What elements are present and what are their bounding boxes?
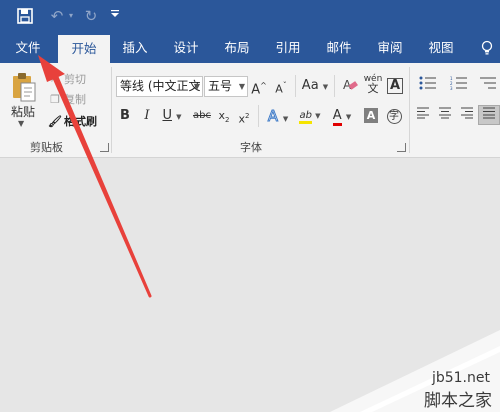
tab-home[interactable]: 开始 xyxy=(58,35,110,63)
clipboard-group-label: 剪贴板 xyxy=(30,141,63,154)
ribbon-tab-bar: 文件 开始 插入 设计 布局 引用 邮件 审阅 视图 xyxy=(0,33,500,63)
divider xyxy=(258,105,259,127)
shrink-font-label: A xyxy=(275,82,283,96)
superscript-button[interactable]: x2 xyxy=(236,106,252,126)
paste-icon[interactable] xyxy=(12,72,36,102)
quick-access-toolbar: ↶ ▾ ↻ xyxy=(0,0,500,33)
chevron-down-icon: ▼ xyxy=(238,82,245,91)
character-shading-button[interactable]: A xyxy=(362,106,380,126)
chevron-down-icon: ▼ xyxy=(315,112,321,120)
ribbon-home: 粘贴 ▼ ✂ 剪切 ❐ 复制 🖌 格式刷 剪贴板 等线 (中文正文 ▼ 五号 ▼ A^ A… xyxy=(0,63,500,158)
character-border-button[interactable]: A xyxy=(386,76,404,96)
highlight-button[interactable]: ab ▼ xyxy=(296,106,324,126)
copy-icon: ❐ xyxy=(50,93,60,106)
character-shading-label: A xyxy=(363,108,379,123)
tab-design[interactable]: 设计 xyxy=(167,33,205,63)
bold-button[interactable]: B xyxy=(118,106,132,126)
font-dialog-launcher-icon[interactable] xyxy=(397,143,406,152)
tab-layout[interactable]: 布局 xyxy=(218,33,256,63)
paintbrush-icon: 🖌 xyxy=(48,115,62,128)
divider xyxy=(334,75,335,97)
chevron-down-icon: ▼ xyxy=(282,115,289,123)
enclose-characters-button[interactable]: 字 xyxy=(384,106,404,126)
scissors-icon: ✂ xyxy=(50,73,60,86)
paste-button[interactable]: 粘贴 xyxy=(11,103,35,120)
font-name-combobox[interactable]: 等线 (中文正文 ▼ xyxy=(116,76,203,97)
format-painter-label: 格式刷 xyxy=(64,115,97,128)
tab-review[interactable]: 审阅 xyxy=(371,33,409,63)
font-size-value: 五号 xyxy=(208,79,233,93)
chevron-down-icon: ▼ xyxy=(322,83,329,91)
highlight-label: ab xyxy=(299,110,312,124)
tab-mailings[interactable]: 邮件 xyxy=(320,33,358,63)
font-size-combobox[interactable]: 五号 ▼ xyxy=(204,76,248,97)
font-group-label: 字体 xyxy=(240,141,262,154)
undo-dropdown-icon[interactable]: ▾ xyxy=(66,5,76,27)
lightbulb-icon[interactable] xyxy=(476,33,498,63)
chevron-down-icon: ▼ xyxy=(176,113,182,121)
floppy-disk-icon[interactable] xyxy=(14,5,36,27)
align-left-button[interactable] xyxy=(414,106,432,126)
align-right-button[interactable] xyxy=(458,106,476,126)
strikethrough-button[interactable]: abc xyxy=(190,106,214,126)
text-effects-label: A xyxy=(267,107,279,126)
redo-icon[interactable]: ↻ xyxy=(80,5,102,27)
svg-text:3: 3 xyxy=(450,86,453,90)
clear-formatting-icon[interactable]: A xyxy=(340,76,360,96)
divider xyxy=(295,75,296,97)
grow-font-label: A xyxy=(251,82,261,98)
justify-button[interactable] xyxy=(478,105,500,125)
enclose-characters-label: 字 xyxy=(386,109,402,124)
font-color-label: A xyxy=(332,109,342,126)
tab-references[interactable]: 引用 xyxy=(269,33,307,63)
change-case-label: Aa xyxy=(301,78,319,93)
phonetic-guide-char: 文 xyxy=(367,82,379,95)
multilevel-list-button[interactable] xyxy=(476,76,500,96)
phonetic-guide-button[interactable]: wén 文 xyxy=(363,74,383,94)
italic-button[interactable]: I xyxy=(140,106,154,126)
customize-dropdown-icon[interactable] xyxy=(108,5,122,27)
numbering-button[interactable]: 123 xyxy=(446,76,472,96)
subscript-button[interactable]: x2 xyxy=(216,106,232,126)
tab-file[interactable]: 文件 xyxy=(8,33,48,63)
bullets-button[interactable] xyxy=(414,76,442,96)
format-painter-button[interactable]: 🖌 格式刷 xyxy=(48,113,97,131)
shrink-font-button[interactable]: Aˇ xyxy=(273,76,289,96)
underline-button[interactable]: U ▼ xyxy=(160,106,184,126)
copy-button[interactable]: ❐ 复制 xyxy=(48,91,86,109)
change-case-button[interactable]: Aa ▼ xyxy=(300,76,330,96)
chevron-down-icon: ▼ xyxy=(345,113,352,121)
character-border-label: A xyxy=(386,78,404,94)
font-name-value: 等线 (中文正文 xyxy=(120,79,201,93)
align-center-button[interactable] xyxy=(436,106,454,126)
cut-button[interactable]: ✂ 剪切 xyxy=(48,71,86,89)
chevron-down-icon: ▼ xyxy=(193,82,200,91)
watermark-url: jb51.net xyxy=(431,370,490,386)
group-divider xyxy=(111,67,112,153)
watermark-site-name: 脚本之家 xyxy=(424,391,492,411)
clipboard-dialog-launcher-icon[interactable] xyxy=(100,143,109,152)
grow-font-button[interactable]: A^ xyxy=(251,76,267,98)
font-color-button[interactable]: A ▼ xyxy=(328,106,356,126)
underline-label: U xyxy=(162,108,172,123)
word-window: ↶ ▾ ↻ 文件 开始 插入 设计 布局 引用 邮件 审阅 视图 粘贴 ▼ ✂ … xyxy=(0,0,500,412)
group-divider xyxy=(409,67,410,153)
document-area[interactable] xyxy=(0,159,500,412)
tab-view[interactable]: 视图 xyxy=(422,33,460,63)
tab-insert[interactable]: 插入 xyxy=(116,33,154,63)
text-effects-button[interactable]: A ▼ xyxy=(264,106,292,126)
cut-label: 剪切 xyxy=(64,73,86,86)
chevron-down-icon[interactable]: ▼ xyxy=(18,119,24,128)
undo-icon[interactable]: ↶ xyxy=(46,5,68,27)
copy-label: 复制 xyxy=(64,93,86,106)
